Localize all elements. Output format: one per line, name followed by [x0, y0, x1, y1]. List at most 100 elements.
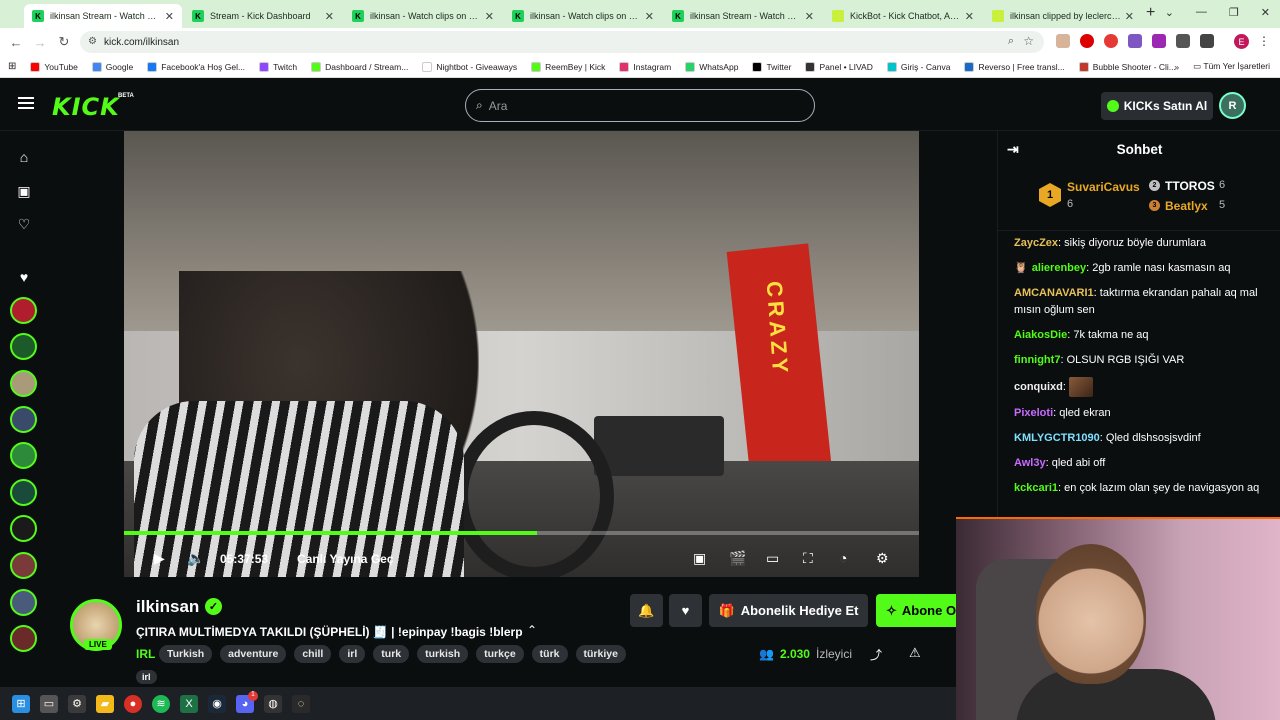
leader-name[interactable]: SuvariCavus: [1067, 180, 1140, 194]
followed-channel-avatar[interactable]: [10, 589, 37, 616]
fullscreen-icon[interactable]: ⛶: [803, 550, 813, 567]
chat-username[interactable]: finnight7: [1014, 354, 1060, 366]
chevron-up-icon[interactable]: ⌃: [527, 623, 537, 637]
zoom-icon[interactable]: ⌕: [1008, 35, 1014, 48]
close-window-icon[interactable]: ✕: [1261, 6, 1270, 19]
tag-pill[interactable]: chill: [294, 645, 332, 663]
bookmark-item[interactable]: Giriş - Canva: [886, 61, 950, 72]
extension-icon[interactable]: [1056, 34, 1070, 48]
back-icon[interactable]: ←: [4, 35, 28, 50]
chat-username[interactable]: ZaycZex: [1014, 237, 1058, 249]
bookmark-item[interactable]: Google: [91, 61, 133, 72]
bookmark-item[interactable]: Dashboard / Stream...: [311, 61, 408, 72]
browser-tab[interactable]: Kilkinsan Stream - Watch Live on ✕: [664, 4, 822, 28]
share-icon[interactable]: ⤴: [870, 646, 882, 663]
excel-icon[interactable]: X: [180, 694, 198, 713]
bookmark-item[interactable]: Reverso | Free transl...: [964, 61, 1065, 72]
followed-channel-avatar[interactable]: [10, 297, 37, 324]
report-warning-icon[interactable]: ⚠: [909, 645, 921, 661]
tag-pill[interactable]: turkish: [417, 645, 469, 663]
chat-username[interactable]: Pixeloti: [1014, 407, 1053, 419]
discord-icon[interactable]: ◕ 1: [236, 690, 258, 713]
kick-logo[interactable]: KICK: [52, 93, 120, 121]
chat-username[interactable]: AiakosDie: [1014, 329, 1067, 341]
reload-icon[interactable]: ↻: [52, 34, 76, 50]
git-icon[interactable]: ◌: [292, 694, 310, 713]
go-live-button[interactable]: Canlı Yayına Geç: [297, 552, 394, 566]
buy-kicks-button[interactable]: KICKs Satın Al: [1101, 92, 1213, 120]
settings-gear-icon[interactable]: ⚙: [876, 550, 889, 567]
maximize-icon[interactable]: ❐: [1229, 6, 1239, 19]
settings-icon[interactable]: ⚙: [68, 694, 86, 713]
new-tab-button[interactable]: +: [1146, 4, 1155, 22]
bookmark-star-icon[interactable]: ☆: [1023, 34, 1034, 48]
gift-sub-button[interactable]: 🎁 Abonelik Hediye Et: [709, 594, 868, 627]
volume-icon[interactable]: 🔈: [187, 550, 204, 567]
puzzle-icon[interactable]: [1176, 34, 1190, 48]
browser-tab[interactable]: Kilkinsan - Watch clips on Kick ✕: [344, 4, 502, 28]
followed-channel-avatar[interactable]: [10, 515, 37, 542]
extension-icon[interactable]: [1080, 34, 1094, 48]
follow-button[interactable]: ♥: [669, 594, 702, 627]
browser-tab[interactable]: ilkinsan clipped by leclercurry ✕: [984, 4, 1142, 28]
obs-icon[interactable]: ◍: [264, 694, 282, 713]
close-tab-icon[interactable]: ✕: [965, 10, 974, 23]
close-tab-icon[interactable]: ✕: [645, 10, 654, 23]
bookmark-item[interactable]: Facebook'a Hoş Gel...: [147, 61, 245, 72]
all-bookmarks-folder[interactable]: ▭ Tüm Yer İşaretleri: [1193, 61, 1270, 72]
stream-category[interactable]: IRL: [136, 647, 155, 661]
extension-icon[interactable]: [1128, 34, 1142, 48]
bookmark-item[interactable]: ReemBey | Kick: [531, 61, 605, 72]
streamer-name[interactable]: ilkinsan: [136, 597, 199, 617]
chat-username[interactable]: kckcari1: [1014, 482, 1058, 494]
tag-pill[interactable]: turkçe: [476, 645, 524, 663]
tag-pill[interactable]: türk: [531, 645, 568, 663]
leader-name[interactable]: TTOROS: [1165, 179, 1215, 193]
spotify-icon[interactable]: ≋: [152, 694, 170, 713]
bookmark-item[interactable]: Nightbot - Giveaways: [422, 61, 517, 72]
profile-avatar[interactable]: E: [1234, 34, 1249, 49]
play-icon[interactable]: ▶: [154, 550, 165, 567]
followed-channel-avatar[interactable]: [10, 370, 37, 397]
notification-bell-button[interactable]: 🔔: [630, 594, 663, 627]
collapse-chat-icon[interactable]: ⇥: [1007, 141, 1019, 158]
browse-icon[interactable]: ▣: [16, 183, 32, 199]
clip-icon[interactable]: 🎬: [729, 550, 746, 567]
browser-tab[interactable]: Kilkinsan - Watch clips on Kick ✕: [504, 4, 662, 28]
close-tab-icon[interactable]: ✕: [325, 10, 334, 23]
chat-username[interactable]: Awl3y: [1014, 457, 1046, 469]
bookmark-item[interactable]: YouTube: [30, 61, 78, 72]
bookmark-item[interactable]: WhatsApp: [685, 61, 738, 72]
browser-tab[interactable]: Kilkinsan Stream - Watch Live on ✕: [24, 4, 182, 28]
browser-tab[interactable]: KickBot - Kick Chatbot, Alerts, ✕: [824, 4, 982, 28]
site-info-icon[interactable]: ⚙: [88, 36, 97, 47]
leader-name[interactable]: Beatlyx: [1165, 199, 1208, 213]
browser-menu-icon[interactable]: ⋮: [1258, 34, 1270, 48]
user-avatar[interactable]: R: [1219, 92, 1246, 119]
media-icon[interactable]: [1200, 34, 1214, 48]
miniplayer-icon[interactable]: ▣: [693, 550, 706, 567]
bookmark-item[interactable]: Bubble Shooter - Cli...: [1078, 61, 1176, 72]
followed-channel-avatar[interactable]: [10, 406, 37, 433]
extension-icon[interactable]: [1152, 34, 1166, 48]
tag-pill[interactable]: irl: [136, 670, 157, 684]
subscribe-button[interactable]: ✧ Abone Ol: [876, 594, 957, 627]
followed-channel-avatar[interactable]: [10, 479, 37, 506]
minimize-icon[interactable]: ⌄: [1165, 6, 1174, 19]
close-tab-icon[interactable]: ✕: [805, 10, 814, 23]
home-icon[interactable]: ⌂: [16, 149, 32, 165]
apps-grid-icon[interactable]: ⊞: [8, 61, 16, 72]
close-tab-icon[interactable]: ✕: [1125, 10, 1134, 23]
followed-channel-avatar[interactable]: [10, 552, 37, 579]
tag-pill[interactable]: Turkish: [159, 645, 213, 663]
close-tab-icon[interactable]: ✕: [165, 10, 174, 23]
close-tab-icon[interactable]: ✕: [485, 10, 494, 23]
explorer-icon[interactable]: ▰: [96, 694, 114, 713]
speed-icon[interactable]: ◔: [839, 550, 847, 566]
chrome-icon[interactable]: ●: [124, 694, 142, 713]
followed-channel-avatar[interactable]: [10, 333, 37, 360]
bookmarks-more-icon[interactable]: »: [1174, 62, 1179, 72]
video-player[interactable]: CRAZY: [124, 131, 919, 577]
extension-icon[interactable]: [1104, 34, 1118, 48]
chat-username[interactable]: KMLYGCTR1090: [1014, 432, 1100, 444]
